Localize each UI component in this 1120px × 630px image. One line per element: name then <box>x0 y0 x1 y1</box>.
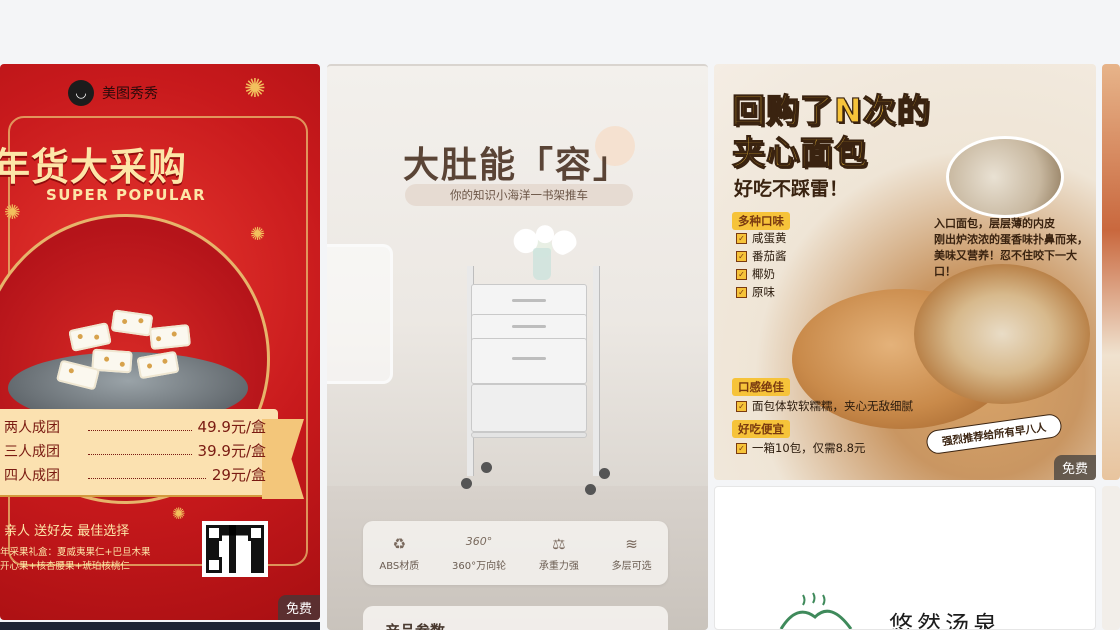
poster-subtitle: 你的知识小海洋一书架推车 <box>405 184 633 206</box>
taste-item: ✓ 面包体软软糯糯，夹心无敌细腻 <box>736 398 913 414</box>
flavor-item: ✓ 咸蛋黄 <box>736 230 787 246</box>
poster-tagline: 亲人 送好友 最佳选择 <box>4 524 130 539</box>
firework-icon: ✺ <box>172 504 186 523</box>
poster-title: 大肚能「容」 <box>403 144 632 186</box>
template-card-partial[interactable] <box>1102 64 1120 480</box>
params-panel: 产品参数 <box>363 606 668 630</box>
template-card-partial[interactable] <box>0 622 320 630</box>
cart-wheel <box>461 478 472 489</box>
cart-wheel <box>585 484 596 495</box>
free-badge: 免费 <box>277 595 320 620</box>
cart-frame <box>593 266 600 476</box>
poster-headline: 回购了N次的 <box>731 90 931 130</box>
meitu-icon: ◡ <box>68 80 94 106</box>
rotate-360-icon: 360° <box>465 534 493 548</box>
price-row: 两人成团 49.9元/盒 <box>4 418 266 436</box>
section-label: 好吃便宜 <box>732 420 790 438</box>
template-card-partial[interactable] <box>1102 486 1120 630</box>
firework-icon: ✺ <box>4 200 21 224</box>
flavor-item: ✓ 原味 <box>736 284 775 300</box>
poster-title: 年货大采购 <box>0 144 188 189</box>
top-bar <box>0 0 1120 64</box>
qr-code <box>202 521 268 577</box>
vase-illustration <box>533 248 551 280</box>
price-item: ✓ 一箱10包，仅需8.8元 <box>736 440 865 456</box>
hospital-bed-illustration <box>327 244 393 384</box>
firework-icon: ✺ <box>244 74 266 104</box>
checkbox-icon: ✓ <box>736 268 747 280</box>
price-row: 四人成团 29元/盒 <box>4 466 266 484</box>
flour-photo <box>946 136 1064 218</box>
poster-fineprint: 开心果+核杏腰果+琥珀核桃仁 <box>0 561 130 572</box>
params-label: 产品参数 <box>385 620 445 630</box>
checkbox-icon: ✓ <box>736 442 747 454</box>
poster-tagline: 好吃不踩雷！ <box>734 178 849 200</box>
feature-item: ≋ 多层可选 <box>611 534 652 572</box>
cart-bottom-shelf <box>471 432 587 438</box>
feature-item: 360° 360°万向轮 <box>452 534 507 572</box>
checkbox-icon: ✓ <box>736 250 747 262</box>
logo-text: 悠然汤泉 <box>889 611 1001 630</box>
template-card-newyear[interactable]: ◡ 美图秀秀 ✺ ✺ ✺ 年货大采购 SUPER POPULAR 两人成团 49.… <box>0 64 320 620</box>
checkbox-icon: ✓ <box>736 400 747 412</box>
poster-subtitle: SUPER POPULAR <box>46 186 207 204</box>
bread-illustration <box>914 264 1090 404</box>
layers-icon: ≋ <box>625 534 638 553</box>
section-label: 多种口味 <box>732 212 790 230</box>
poster-headline: 夹心面包 <box>731 132 868 172</box>
checkbox-icon: ✓ <box>736 286 747 298</box>
checkbox-icon: ✓ <box>736 232 747 244</box>
template-card-trolley[interactable]: 大肚能「容」 你的知识小海洋一书架推车 ♻ ABS材质 360° 360°万向轮… <box>327 64 708 630</box>
cart-wheel <box>481 462 492 473</box>
poster-note: 刚出炉浓浓的蛋香味扑鼻而来， <box>934 233 1088 246</box>
hotspring-logo-icon <box>779 592 853 629</box>
feature-item: ⚖ 承重力强 <box>538 534 579 572</box>
poster-note: 入口面包，层层薄的内皮 <box>934 217 1055 230</box>
brand-name: 美图秀秀 <box>102 86 158 102</box>
feature-item: ♻ ABS材质 <box>379 534 420 572</box>
flavor-item: ✓ 番茄酱 <box>736 248 787 264</box>
free-badge: 免费 <box>1053 455 1096 480</box>
poster-fineprint: 年采果礼盒：夏威夷果仁+巴旦木果 <box>0 547 151 558</box>
template-card-bread[interactable]: 回购了N次的 夹心面包 好吃不踩雷！ 入口面包，层层薄的内皮 刚出炉浓浓的蛋香味… <box>714 64 1096 480</box>
template-card-hotspring[interactable]: 悠然汤泉 <box>714 486 1096 630</box>
feature-bar: ♻ ABS材质 360° 360°万向轮 ⚖ 承重力强 ≋ 多层可选 <box>363 521 668 585</box>
cart-drawer <box>471 338 587 384</box>
firework-icon: ✺ <box>250 224 266 245</box>
nougat-piece <box>148 323 192 351</box>
recycle-icon: ♻ <box>392 534 407 553</box>
price-row: 三人成团 39.9元/盒 <box>4 442 266 460</box>
cart-open-shelf <box>471 384 587 432</box>
flavor-item: ✓ 椰奶 <box>736 266 775 282</box>
brand-logo: ◡ 美图秀秀 <box>68 80 158 106</box>
cart-wheel <box>599 468 610 479</box>
weight-icon: ⚖ <box>552 534 566 553</box>
section-label: 口感绝佳 <box>732 378 790 396</box>
